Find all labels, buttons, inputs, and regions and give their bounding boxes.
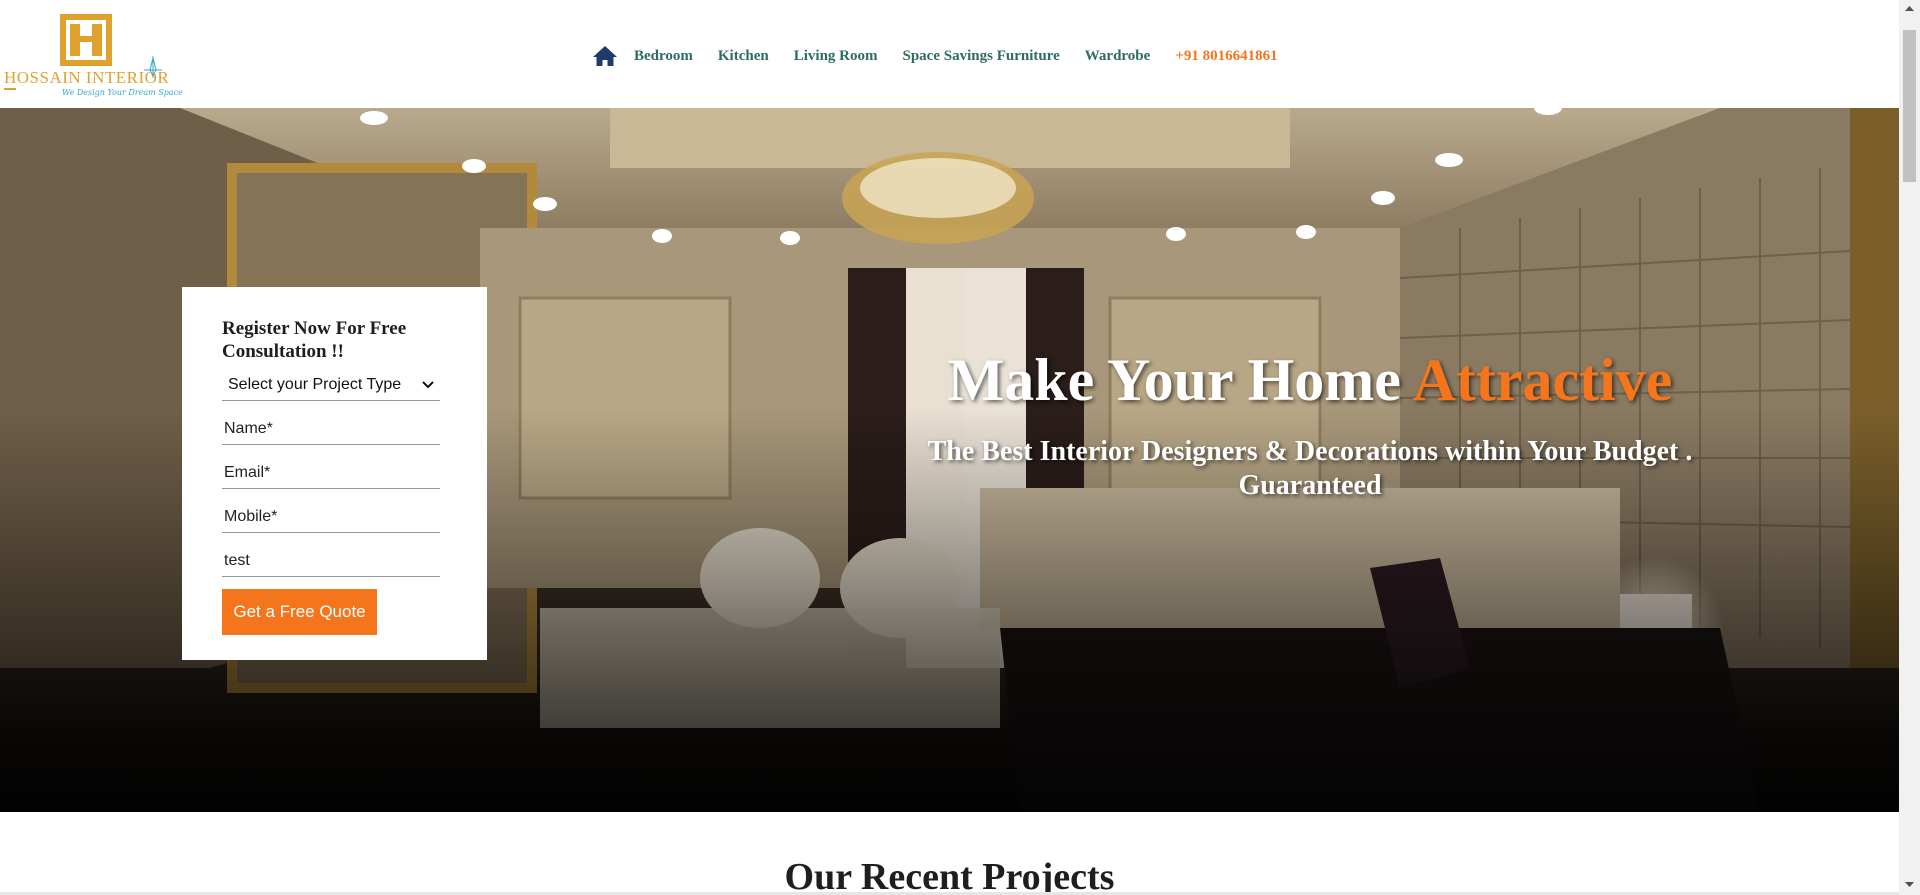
- mobile-field: [222, 501, 440, 533]
- hossain-logo-mark-icon: [60, 14, 112, 66]
- nav-item-bedroom[interactable]: Bedroom: [634, 48, 693, 65]
- site-header: HOSSAIN INTERIOR We Design Your Dream Sp…: [0, 0, 1899, 108]
- logo-name: HOSSAIN INTERIOR: [4, 68, 170, 87]
- nav-item-space-savings-furniture[interactable]: Space Savings Furniture: [903, 48, 1060, 65]
- form-title: Register Now For Free Consultation !!: [222, 318, 407, 362]
- hero-text: Make Your Home Attractive The Best Inter…: [880, 346, 1740, 503]
- logo-tagline: We Design Your Dream Space: [62, 88, 183, 97]
- message-field: [222, 545, 440, 577]
- project-type-select[interactable]: Select your Project Type: [222, 369, 440, 401]
- nav-item-living-room[interactable]: Living Room: [794, 48, 878, 65]
- mobile-input[interactable]: [224, 507, 438, 526]
- recent-projects-heading: Our Recent Projects: [784, 856, 1115, 895]
- hero-title-accent: Attractive: [1412, 347, 1673, 413]
- name-field: [222, 413, 440, 445]
- project-type-selected: Select your Project Type: [228, 375, 402, 393]
- hero-title-main: Make Your Home: [947, 347, 1401, 413]
- nav-phone-link[interactable]: +91 8016641861: [1175, 48, 1277, 65]
- scroll-down-icon[interactable]: [1899, 876, 1920, 893]
- email-field: [222, 457, 440, 489]
- message-input[interactable]: [224, 551, 438, 570]
- hero-title: Make Your Home Attractive: [880, 346, 1740, 415]
- name-input[interactable]: [224, 419, 438, 438]
- logo[interactable]: HOSSAIN INTERIOR We Design Your Dream Sp…: [4, 12, 183, 102]
- chevron-down-icon: [422, 380, 434, 388]
- get-free-quote-button[interactable]: Get a Free Quote: [222, 589, 377, 635]
- nav-item-wardrobe[interactable]: Wardrobe: [1085, 48, 1151, 65]
- scrollbar-thumb[interactable]: [1903, 30, 1916, 182]
- vertical-scrollbar[interactable]: [1899, 0, 1920, 895]
- home-icon[interactable]: [592, 44, 618, 68]
- nav-item-kitchen[interactable]: Kitchen: [718, 48, 769, 65]
- consultation-form: Register Now For Free Consultation !! Se…: [182, 287, 487, 660]
- hero-subtitle: The Best Interior Designers & Decoration…: [927, 436, 1693, 501]
- email-input[interactable]: [224, 463, 438, 482]
- scroll-up-icon[interactable]: [1899, 0, 1920, 17]
- main-nav: Bedroom Kitchen Living Room Space Saving…: [592, 44, 1278, 68]
- logo-underline: [4, 88, 16, 90]
